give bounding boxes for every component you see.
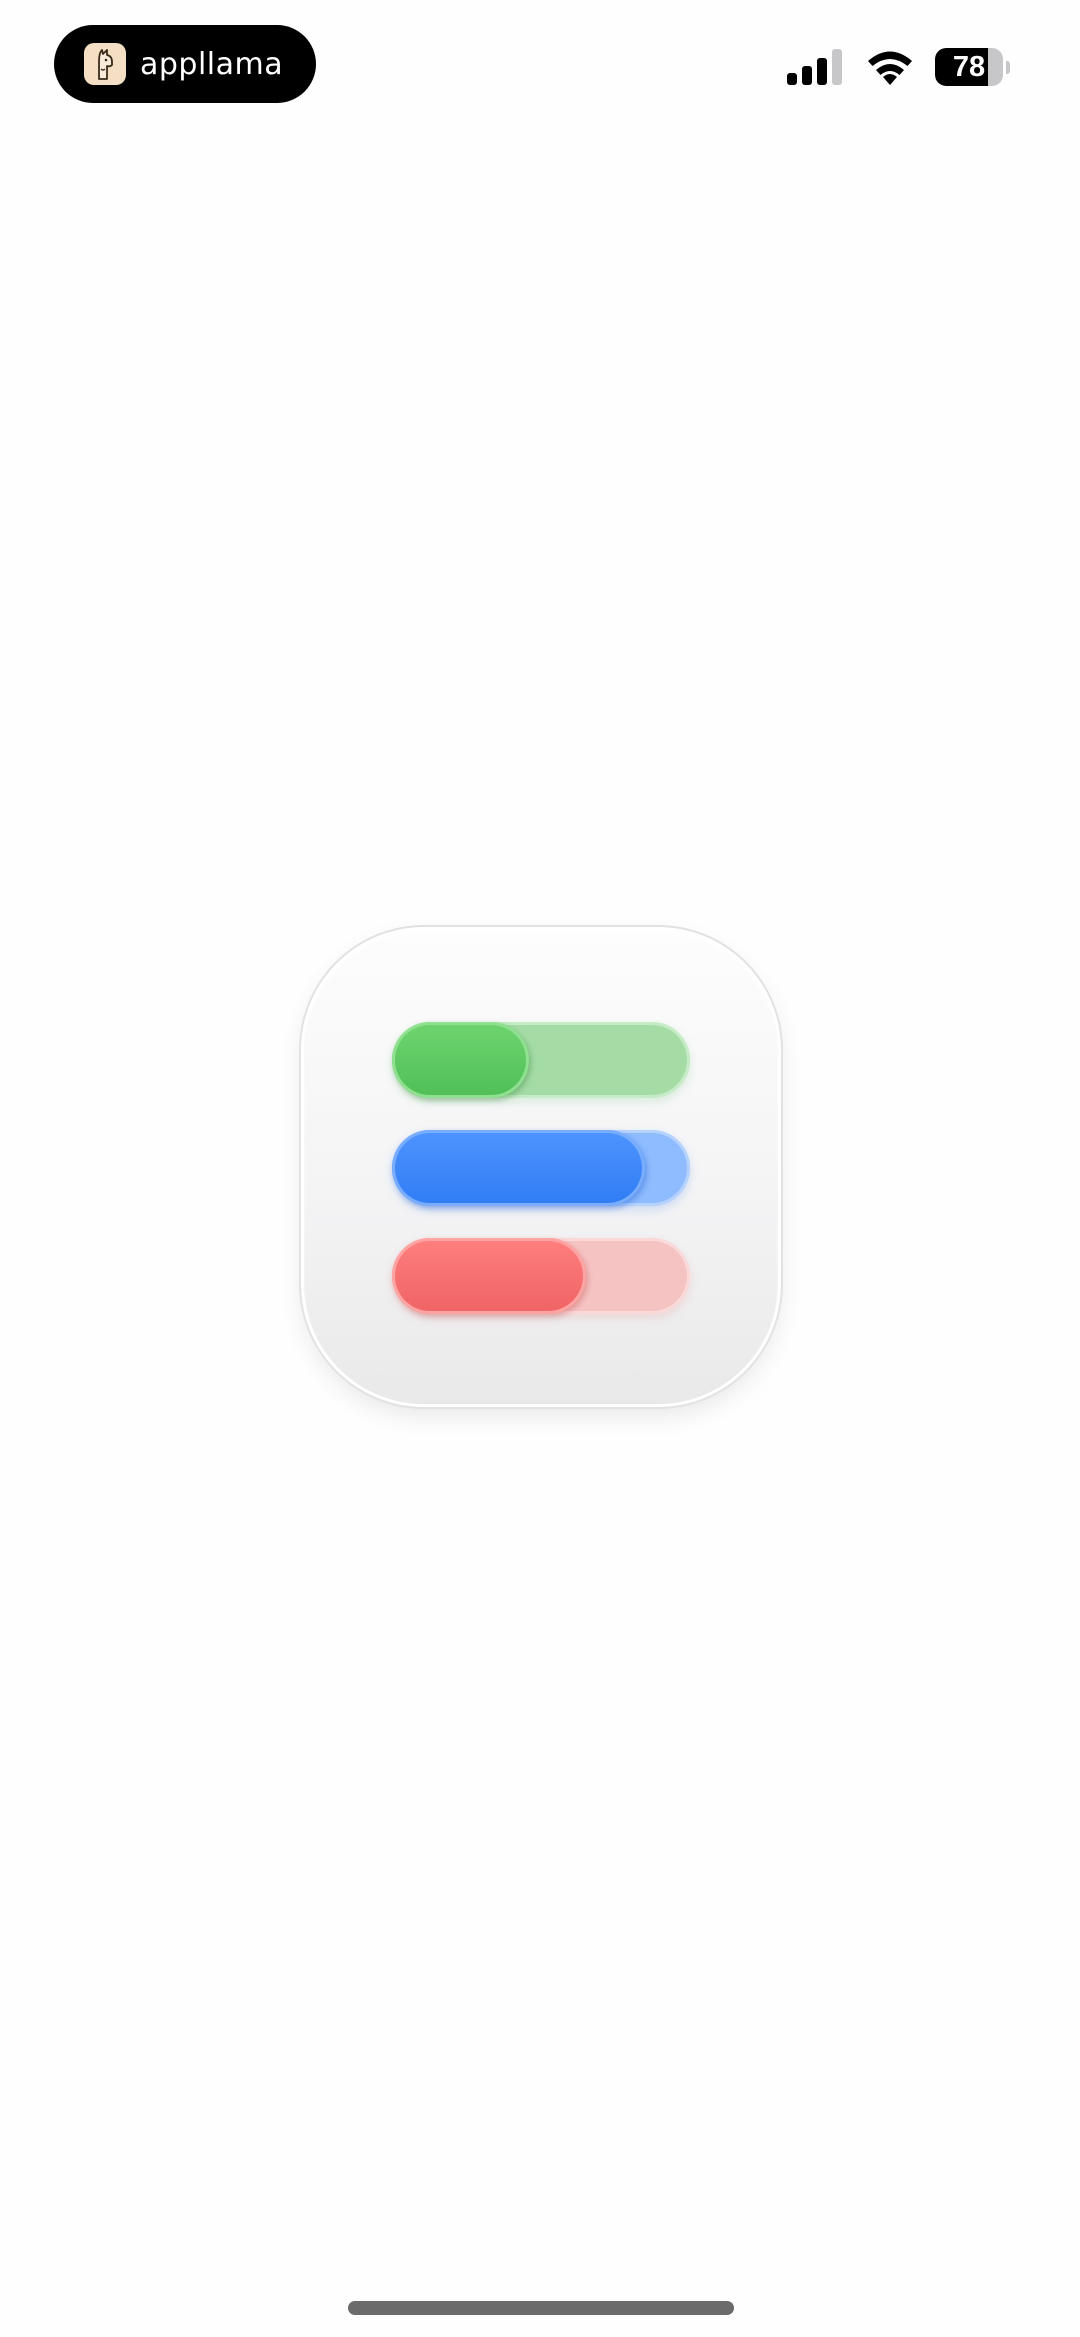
battery-percentage: 78 — [952, 50, 986, 83]
app-name-label: appllama — [140, 46, 284, 82]
llama-icon — [84, 43, 126, 85]
status-indicators: 78 — [787, 48, 1010, 86]
red-toggle-knob — [392, 1238, 586, 1314]
home-indicator-bar[interactable] — [348, 2301, 734, 2315]
green-toggle-knob — [392, 1022, 530, 1098]
cellular-signal-icon — [787, 49, 842, 85]
toggle-switches-app-icon — [304, 930, 778, 1404]
wifi-icon — [868, 51, 912, 85]
dynamic-island-app-indicator[interactable]: appllama — [54, 25, 316, 103]
green-toggle-switch — [392, 1022, 690, 1098]
red-toggle-switch — [392, 1238, 690, 1314]
battery-cap — [1006, 60, 1010, 74]
blue-toggle-switch — [392, 1130, 690, 1206]
battery-icon: 78 — [935, 48, 1010, 86]
blue-toggle-knob — [392, 1130, 646, 1206]
